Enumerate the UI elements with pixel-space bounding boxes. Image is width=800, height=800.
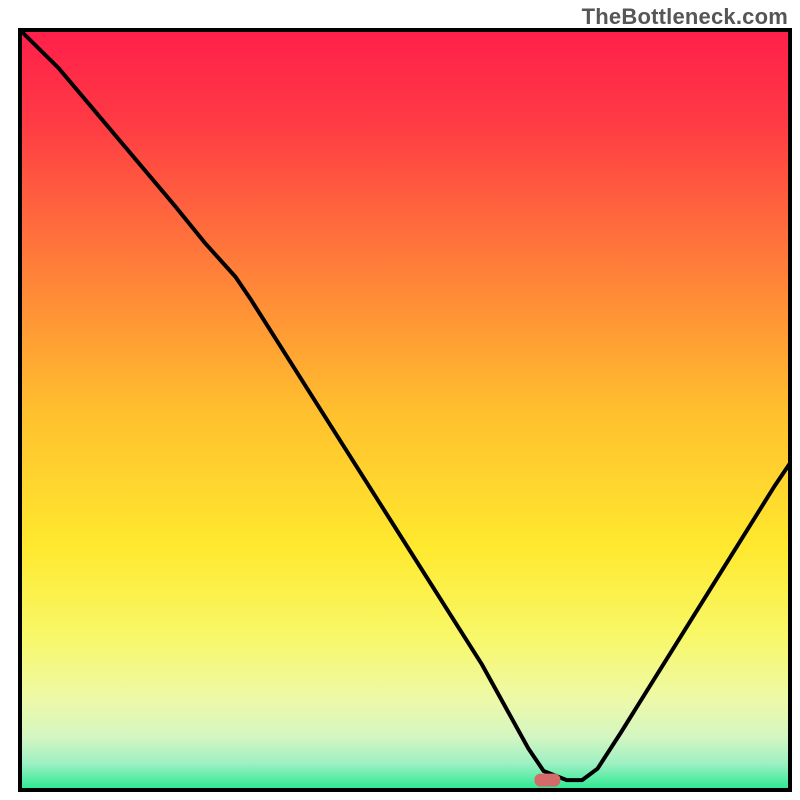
chart-container: TheBottleneck.com — [0, 0, 800, 800]
bottleneck-chart — [0, 0, 800, 800]
plot-background — [20, 30, 790, 790]
optimal-marker — [534, 774, 560, 787]
